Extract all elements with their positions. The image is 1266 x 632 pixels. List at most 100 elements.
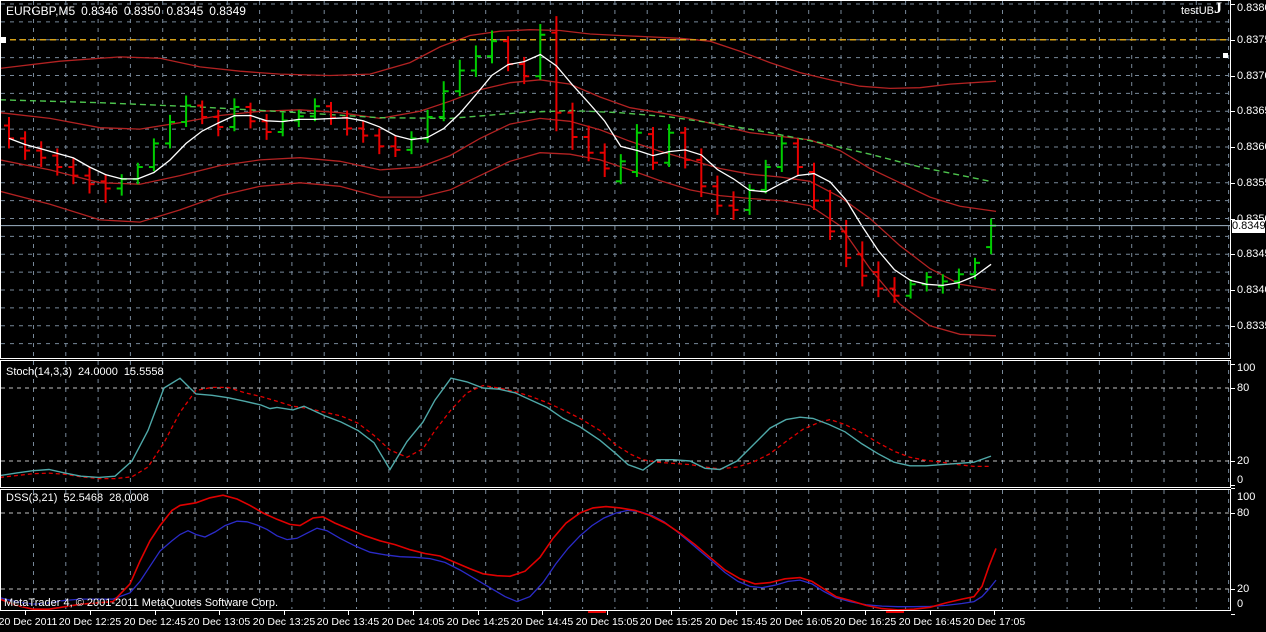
time-tick-mark xyxy=(25,611,26,615)
price-tick-mark xyxy=(1231,254,1235,255)
dss-scale-tick-label: 0 xyxy=(1237,599,1243,610)
ohlc-bar xyxy=(890,277,900,303)
stochastic-panel-plot[interactable] xyxy=(0,360,1231,488)
ohlc-bar xyxy=(326,102,336,125)
close-value: 0.8349 xyxy=(209,4,246,18)
stoch-scale-tick-mark xyxy=(1231,485,1235,486)
price-tick-mark xyxy=(1231,111,1235,112)
ohlc-header: EURGBP,M50.83460.83500.83450.8349 xyxy=(6,5,252,17)
stoch-name: Stoch(14,3,3) xyxy=(6,366,72,378)
dss-panel-plot[interactable] xyxy=(0,489,1231,611)
axis-red-mark xyxy=(886,611,904,613)
current-price-box: 0.8349 xyxy=(1232,220,1265,233)
ohlc-bar xyxy=(551,16,561,131)
stoch-main-value: 24.0000 xyxy=(78,366,118,378)
axis-red-mark xyxy=(588,611,606,613)
time-tick-label: 20 Dec 15:45 xyxy=(705,617,767,628)
time-tick-label: 20 Dec 12:45 xyxy=(124,617,186,628)
ohlc-bar xyxy=(906,279,916,298)
high-value: 0.8350 xyxy=(124,4,161,18)
time-tick-label: 20 Dec 2011 xyxy=(0,617,57,628)
time-tick-mark xyxy=(542,611,543,615)
dss-scale-tick-mark xyxy=(1231,589,1235,590)
symbol-period-label: EURGBP,M5 xyxy=(6,4,75,18)
time-tick-label: 20 Dec 17:05 xyxy=(963,617,1025,628)
price-tick-label: 0.8380 xyxy=(1237,3,1266,14)
ohlc-bar xyxy=(36,141,46,167)
time-tick-mark xyxy=(801,611,802,615)
time-tick-label: 20 Dec 14:25 xyxy=(447,617,509,628)
price-tick-label: 0.8375 xyxy=(1237,35,1266,46)
price-tick-label: 0.8340 xyxy=(1237,285,1266,296)
time-tick-mark xyxy=(219,611,220,615)
ohlc-bar xyxy=(197,101,207,125)
dss-scale-tick-label: 20 xyxy=(1237,584,1249,595)
price-chart-plot[interactable] xyxy=(0,0,1231,359)
time-tick-mark xyxy=(994,611,995,615)
time-tick-label: 20 Dec 15:05 xyxy=(576,617,638,628)
price-tick-mark xyxy=(1231,4,1235,5)
ohlc-bar xyxy=(455,60,465,96)
ohlc-bar xyxy=(278,113,288,137)
copyright-text: MetaTrader 4, © 2001-2011 MetaQuotes Sof… xyxy=(4,597,278,609)
stoch-scale-tick-label: 0 xyxy=(1237,475,1243,486)
stoch-signal-value: 15.5558 xyxy=(124,366,164,378)
ohlc-bar xyxy=(616,154,626,184)
stoch-scale-tick-mark xyxy=(1231,388,1235,389)
time-tick-mark xyxy=(90,611,91,615)
stoch-scale-tick-label: 100 xyxy=(1237,363,1255,374)
time-tick-label: 20 Dec 13:05 xyxy=(188,617,250,628)
dss-main-value: 52.5468 xyxy=(63,492,103,504)
price-tick-mark xyxy=(1231,290,1235,291)
band-upper-inner-line xyxy=(0,80,996,212)
price-tick-mark xyxy=(1231,76,1235,77)
ohlc-bar xyxy=(793,138,803,175)
ohlc-bar xyxy=(922,272,932,291)
ohlc-bar xyxy=(390,136,400,157)
time-tick-label: 20 Dec 16:05 xyxy=(770,617,832,628)
ohlc-bar xyxy=(165,115,175,149)
band-upper-outer-line xyxy=(0,30,996,89)
time-tick-label: 20 Dec 16:25 xyxy=(834,617,896,628)
price-tick-label: 0.8370 xyxy=(1237,71,1266,82)
ohlc-bar xyxy=(85,167,95,193)
ohlc-bar xyxy=(954,269,964,289)
price-tick-label: 0.8355 xyxy=(1237,178,1266,189)
dss-scale-tick-label: 100 xyxy=(1237,492,1255,503)
price-tick-mark xyxy=(1231,326,1235,327)
ohlc-bar xyxy=(374,128,384,154)
ohlc-bar xyxy=(857,241,867,286)
price-tick-mark xyxy=(1231,147,1235,148)
chart-object-label: testUB xyxy=(1181,5,1214,17)
time-tick-mark xyxy=(478,611,479,615)
stoch-signal-line xyxy=(0,386,991,479)
stoch-scale-tick-label: 80 xyxy=(1237,383,1249,394)
dss-signal-value: 28,0008 xyxy=(109,492,149,504)
ohlc-bar xyxy=(4,117,14,148)
time-tick-label: 20 Dec 13:25 xyxy=(253,617,315,628)
time-tick-label: 20 Dec 16:45 xyxy=(899,617,961,628)
time-tick-label: 20 Dec 14:45 xyxy=(511,617,573,628)
stochastic-indicator-label: Stoch(14,3,3) 24.0000 15.5558 xyxy=(6,366,170,378)
time-tick-mark xyxy=(155,611,156,615)
time-tick-label: 20 Dec 14:05 xyxy=(382,617,444,628)
ohlc-bar xyxy=(584,126,594,162)
ohlc-bar xyxy=(568,103,578,150)
dss-scale-tick-mark xyxy=(1231,513,1235,514)
ohlc-bar xyxy=(873,261,883,297)
white-ma-line xyxy=(9,55,991,286)
open-value: 0.8346 xyxy=(81,4,118,18)
mt4-chart-window: EURGBP,M50.83460.83500.83450.8349 testUB… xyxy=(0,0,1266,632)
ohlc-bar xyxy=(825,190,835,240)
price-tick-label: 0.8365 xyxy=(1237,106,1266,117)
ohlc-bar xyxy=(664,124,674,167)
stoch-scale-tick-label: 20 xyxy=(1237,456,1249,467)
ohlc-bar xyxy=(68,158,78,184)
ohlc-bar xyxy=(149,138,159,171)
ohlc-bar xyxy=(487,30,497,63)
dss-signal-line xyxy=(0,510,996,606)
time-tick-mark xyxy=(930,611,931,615)
ohlc-bar xyxy=(358,121,368,142)
ohlc-bar xyxy=(439,81,449,121)
ohlc-bar xyxy=(133,163,143,184)
